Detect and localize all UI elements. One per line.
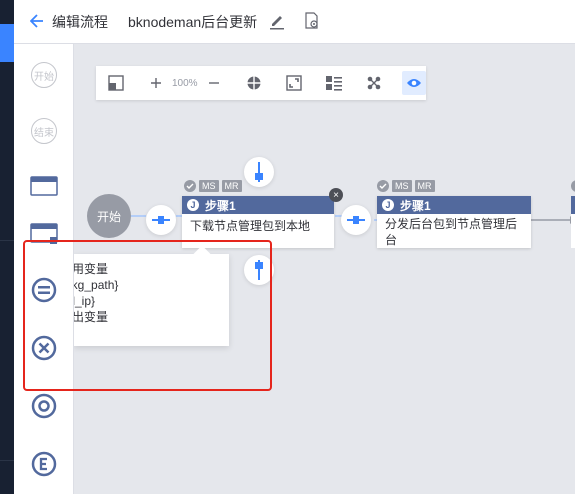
- palette-end-circle: 结束: [31, 118, 57, 144]
- connect-dot-top[interactable]: [244, 157, 274, 187]
- variable-line: {pkg_path}: [74, 278, 119, 292]
- task-node-content: 分发后台包到节点管理后台: [385, 217, 518, 247]
- page-title: 编辑流程: [52, 14, 108, 30]
- header: 编辑流程 bknodeman后台更新: [14, 0, 575, 44]
- task-node-content: 下载节点管理包到本地: [190, 219, 311, 233]
- task-node-partial-body: [571, 214, 575, 248]
- tag-mr: MR: [414, 180, 435, 192]
- variable-popover: 引用变量 {pkg_path} {ctrl_ip} 输出变量: [74, 245, 229, 346]
- task-node-header: J 步骤1: [377, 196, 531, 214]
- connect-handle-icon: [255, 162, 263, 182]
- converge-gateway-icon: [31, 393, 57, 419]
- flow-canvas[interactable]: 100% 开始 MS MR J 步骤1 下载节点管理包到本地 × MS MR J…: [74, 44, 575, 494]
- global-nav-active-item[interactable]: [0, 24, 14, 62]
- task-node[interactable]: J 步骤1 分发后台包到节点管理后台: [377, 196, 531, 248]
- palette-conditional-gateway[interactable]: [14, 450, 74, 478]
- node-tags: MS MR: [184, 180, 242, 192]
- variable-line: 引用变量: [74, 262, 109, 276]
- start-node[interactable]: 开始: [87, 194, 131, 238]
- connect-dot-right[interactable]: [341, 205, 371, 235]
- check-icon: [377, 180, 389, 192]
- task-node-title: 步骤1: [400, 198, 431, 213]
- conditional-gateway-icon: [31, 451, 57, 477]
- flow-name: bknodeman后台更新: [128, 14, 258, 30]
- parallel-gateway-icon: [31, 277, 57, 303]
- back-arrow-icon[interactable]: [29, 11, 46, 31]
- tag-ms: MS: [392, 180, 412, 192]
- task-node-partial[interactable]: [571, 196, 575, 214]
- connect-handle-icon: [347, 216, 365, 224]
- palette-converge-gateway[interactable]: [14, 392, 74, 420]
- tag-ms: MS: [199, 180, 219, 192]
- palette-end-node[interactable]: 结束: [14, 116, 74, 146]
- palette-parallel-gateway[interactable]: [14, 276, 74, 304]
- subprocess-node-icon: [30, 223, 58, 244]
- connect-handle-icon: [255, 260, 263, 280]
- exclusive-gateway-icon: [31, 335, 57, 361]
- palette-task-node[interactable]: [14, 174, 74, 198]
- task-node[interactable]: J 步骤1 下载节点管理包到本地: [182, 196, 334, 248]
- task-node-title: 步骤1: [205, 198, 236, 213]
- tag-mr: MR: [221, 180, 242, 192]
- delete-node-close-icon[interactable]: ×: [329, 188, 343, 202]
- global-nav-divider: [0, 240, 14, 241]
- file-settings-icon[interactable]: [304, 12, 320, 30]
- connect-dot-right[interactable]: [146, 205, 176, 235]
- connect-dot-bottom[interactable]: [244, 255, 274, 285]
- job-badge-icon: J: [187, 199, 199, 211]
- node-tags: MS MR: [377, 180, 435, 192]
- global-nav: [0, 0, 14, 494]
- node-palette: 开始 结束: [14, 44, 74, 494]
- palette-start-circle: 开始: [31, 62, 57, 88]
- task-node-header: J 步骤1: [182, 196, 334, 214]
- connect-handle-icon: [152, 216, 170, 224]
- palette-start-node[interactable]: 开始: [14, 60, 74, 90]
- global-nav-divider: [0, 460, 14, 461]
- variable-line: 输出变量: [74, 310, 109, 324]
- edit-pencil-icon[interactable]: [269, 12, 285, 30]
- palette-exclusive-gateway[interactable]: [14, 334, 74, 362]
- task-node-icon: [30, 176, 58, 196]
- variable-line: {ctrl_ip}: [74, 294, 96, 308]
- palette-subprocess-node[interactable]: [14, 222, 74, 246]
- check-icon: [184, 180, 196, 192]
- job-badge-icon: J: [382, 199, 394, 211]
